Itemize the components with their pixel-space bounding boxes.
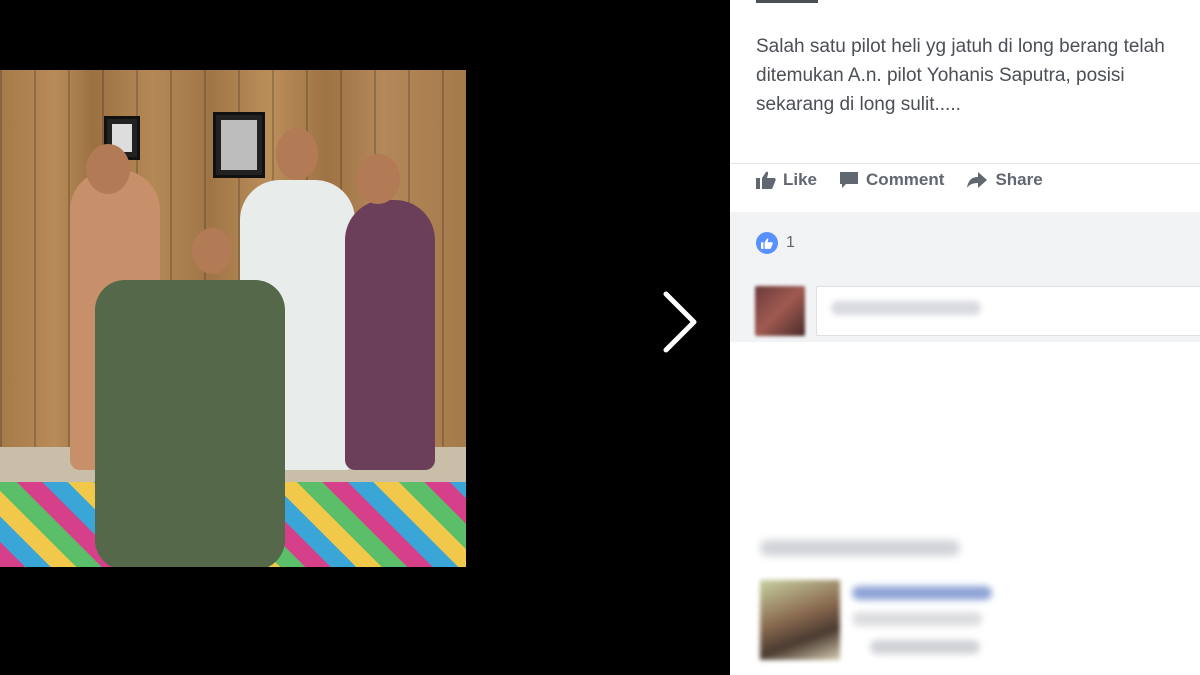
photo-person-head [356, 154, 400, 204]
avatar [755, 286, 805, 336]
share-label: Share [995, 170, 1043, 189]
like-label: Like [783, 170, 818, 189]
avatar[interactable] [760, 580, 840, 660]
photo-flight-suit [95, 280, 285, 567]
wall-picture-frame [213, 112, 265, 178]
divider [730, 163, 1200, 164]
photo-person-head [276, 128, 318, 180]
post-photo[interactable] [0, 70, 466, 567]
people-section-heading [760, 540, 960, 556]
suggested-person-card[interactable] [760, 580, 1200, 660]
share-arrow-icon [967, 172, 988, 188]
post-text: Salah satu pilot heli yg jatuh di long b… [756, 36, 1165, 115]
photo-person-head [86, 144, 130, 194]
post-actions: Like Comment Share [756, 170, 1043, 190]
comment-composer [738, 286, 1200, 338]
chevron-right-icon[interactable] [660, 290, 700, 354]
person-name[interactable] [852, 586, 992, 600]
like-reaction-icon[interactable] [756, 232, 778, 254]
post-panel: Salah satu pilot heli yg jatuh di long b… [730, 0, 1200, 675]
reaction-count[interactable]: 1 [786, 234, 795, 252]
photo-person [345, 200, 435, 470]
author-name-underline [756, 0, 818, 3]
add-friend-button[interactable] [870, 640, 980, 654]
photo-person-head [192, 228, 232, 274]
comment-label: Comment [866, 170, 945, 189]
thumbs-up-icon [756, 171, 776, 189]
like-button[interactable]: Like [756, 170, 817, 190]
person-subtitle [852, 612, 982, 626]
photo-viewer [0, 0, 730, 675]
comment-button[interactable]: Comment [839, 170, 944, 190]
comment-input-placeholder [831, 301, 981, 315]
reactions-section: 1 [730, 212, 1200, 342]
share-button[interactable]: Share [966, 170, 1043, 190]
comment-input[interactable] [816, 286, 1200, 336]
comment-icon [840, 172, 859, 188]
